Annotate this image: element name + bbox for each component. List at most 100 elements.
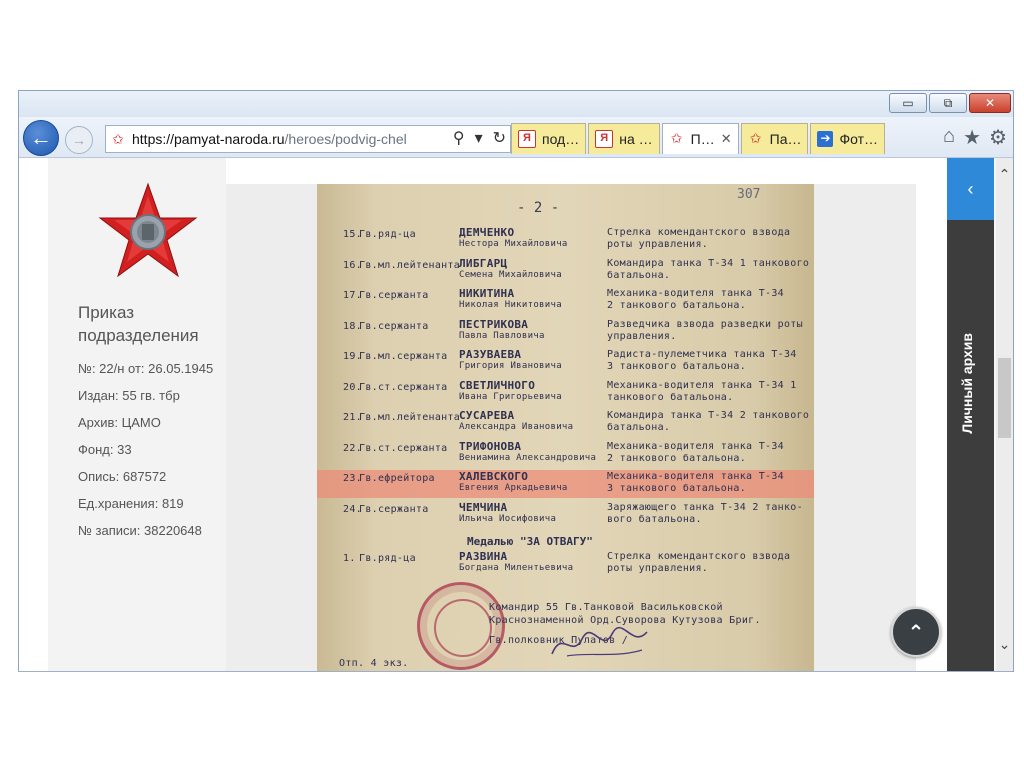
document-row: 20. Гв.ст.сержанта СВЕТЛИЧНОГО Ивана Григор… <box>317 379 814 407</box>
official-seal-stamp <box>417 582 505 670</box>
row-patronymic: Ильича Иосифовича <box>459 514 557 524</box>
star-icon: ✩ <box>670 130 683 146</box>
window-controls: ▭ ⧉ ✕ <box>889 93 1011 113</box>
row-name: ЛИБГАРЦ <box>459 257 508 270</box>
document-row: 18. Гв.сержанта ПЕСТРИКОВА Павла Павловича Р… <box>317 318 814 346</box>
title-bar: ▭ ⧉ ✕ <box>19 91 1013 117</box>
row-rank: Гв.ефрейтора <box>359 473 435 484</box>
address-tools: ⚲ ▾ ↻ <box>453 128 506 148</box>
handwritten-signature-icon <box>551 626 648 657</box>
scroll-to-top-button[interactable]: ⌃ <box>891 607 941 657</box>
home-icon[interactable]: ⌂ <box>943 125 955 150</box>
row-role: Командира танка Т-34 2 танкового <box>607 410 810 421</box>
row-rank: Гв.мл.лейтенанта <box>359 412 461 423</box>
document-row: 16. Гв.мл.лейтенанта ЛИБГАРЦ Семена Михайло… <box>317 257 814 285</box>
address-bar[interactable]: ✩ https://pamyat-naroda.ru/heroes/podvig… <box>105 125 511 153</box>
row-name: ХАЛЕВСКОГО <box>459 470 529 483</box>
row-rank: Гв.ст.сержанта <box>359 443 448 454</box>
minimize-button[interactable]: ▭ <box>889 93 927 113</box>
document-row: 22. Гв.ст.сержанта ТРИФОНОВА Вениамина Алек… <box>317 440 814 468</box>
site-star-icon: ✩ <box>112 131 124 147</box>
row-role: Радиста-пулеметчика танка Т-34 <box>607 349 797 360</box>
document-row: 15. Гв.ряд-ца ДЕМЧЕНКО Нестора Михайловича С… <box>317 226 814 254</box>
star-icon: ✩ <box>749 130 762 146</box>
page-marker: - 2 - <box>517 200 560 216</box>
row-rank: Гв.сержанта <box>359 321 429 332</box>
row-rank: Гв.сержанта <box>359 504 429 515</box>
scroll-up-icon[interactable]: ⌃ <box>996 166 1013 183</box>
row-patronymic: Ивана Григорьевича <box>459 392 562 402</box>
row-role: Заряжающего танка Т-34 2 танко- <box>607 502 803 513</box>
personal-archive-label[interactable]: Личный архив <box>959 333 975 434</box>
tab-3-active[interactable]: ✩ П… ✕ <box>661 123 739 154</box>
row-role2: роты управления. <box>607 239 709 250</box>
sidebar-toggle-chevron-icon[interactable]: ‹ <box>947 158 994 220</box>
document-row: 24. Гв.сержанта ЧЕМЧИНА Ильича Иосифовича За… <box>317 501 814 529</box>
red-star-order-icon <box>98 182 198 278</box>
row-name: НИКИТИНА <box>459 287 515 300</box>
personal-archive-tab[interactable]: ‹ Личный архив <box>947 158 994 671</box>
page-content: Приказ подразделения №: 22/н от: 26.05.1… <box>19 158 1013 671</box>
document-row: 1. Гв.ряд-ца РАЗВИНА Богдана Милентьевич… <box>343 550 791 574</box>
row-patronymic: Нестора Михайловича <box>459 239 568 249</box>
page-scrollbar[interactable]: ⌃ ⌄ <box>996 158 1013 671</box>
row-patronymic: Александра Ивановича <box>459 422 574 432</box>
scanned-document[interactable]: - 2 - 307 15. Гв.ряд-ца ДЕМЧЕНКО Нестора Ми… <box>317 184 814 671</box>
scroll-down-icon[interactable]: ⌄ <box>996 636 1013 653</box>
tab-5[interactable]: ➔ Фот… <box>810 123 886 154</box>
restore-button[interactable]: ⧉ <box>929 93 967 113</box>
row-name: ДЕМЧЕНКО <box>459 226 515 239</box>
tab-2[interactable]: Яна … <box>588 123 660 154</box>
url-text[interactable]: https://pamyat-naroda.ru/heroes/podvig-c… <box>132 131 432 147</box>
back-button[interactable]: ← <box>23 120 59 156</box>
order-issuer: Издан: 55 гв. тбр <box>78 388 180 403</box>
row-patronymic: Николая Никитовича <box>459 300 562 310</box>
sheet-number: 307 <box>737 187 761 202</box>
row-patronymic: Семена Михайловича <box>459 270 562 280</box>
forward-arrow-icon: → <box>72 132 86 148</box>
close-window-button[interactable]: ✕ <box>969 93 1011 113</box>
document-row-highlighted: 23. Гв.ефрейтора ХАЛЕВСКОГО Евгения Аркадье… <box>317 470 814 498</box>
scrollbar-thumb[interactable] <box>998 358 1011 438</box>
document-row: 17. Гв.сержанта НИКИТИНА Николая Никитовича… <box>317 287 814 315</box>
order-fond: Фонд: 33 <box>78 442 132 457</box>
tab-1[interactable]: Япод… <box>511 123 587 154</box>
close-tab-icon[interactable]: ✕ <box>721 131 732 147</box>
copies-note: Отп. 4 экз. <box>339 658 409 669</box>
order-record-number: № записи: 38220648 <box>78 523 202 538</box>
browser-window: ▭ ⧉ ✕ ← → ✩ https://pamyat-naroda.ru/her… <box>18 90 1014 672</box>
row-role: Механика-водителя танка Т-34 <box>607 471 784 482</box>
personal-archive-sidebar: ‹ Личный архив ⌃ ⌄ <box>947 158 1013 671</box>
row-role2: 2 танкового батальона. <box>607 300 747 311</box>
navigation-bar: ← → ✩ https://pamyat-naroda.ru/heroes/po… <box>19 117 1013 158</box>
row-name: РАЗУВАЕВА <box>459 348 522 361</box>
document-viewer[interactable]: - 2 - 307 15. Гв.ряд-ца ДЕМЧЕНКО Нестора Ми… <box>226 184 916 671</box>
row-name: ПЕСТРИКОВА <box>459 318 529 331</box>
order-storage-unit: Ед.хранения: 819 <box>78 496 184 511</box>
row-role: Механика-водителя танка Т-34 <box>607 441 784 452</box>
row-patronymic: Вениамина Александровича <box>459 453 597 463</box>
row-role2: 2 танкового батальона. <box>607 453 747 464</box>
forward-button[interactable]: → <box>65 126 93 154</box>
favorites-star-icon[interactable]: ★ <box>963 125 981 150</box>
order-archive: Архив: ЦАМО <box>78 415 161 430</box>
row-role2: батальона. <box>607 422 671 433</box>
row-name: ЧЕМЧИНА <box>459 501 508 514</box>
row-rank: Гв.ряд-ца <box>359 229 416 240</box>
row-role2: батальона. <box>607 270 671 281</box>
row-role: Разведчика взвода разведки роты <box>607 319 803 330</box>
row-rank: Гв.сержанта <box>359 290 429 301</box>
row-rank: Гв.ст.сержанта <box>359 382 448 393</box>
search-icon[interactable]: ⚲ <box>453 128 465 148</box>
row-patronymic: Павла Павловича <box>459 331 545 341</box>
order-number: №: 22/н от: 26.05.1945 <box>78 361 214 376</box>
order-details: №: 22/н от: 26.05.1945 Издан: 55 гв. тбр… <box>78 361 213 550</box>
order-title: Приказ подразделения <box>78 303 199 345</box>
slide-divider <box>18 671 1012 672</box>
refresh-icon[interactable]: ↻ <box>493 128 506 148</box>
signature-line-1: Командир 55 Гв.Танковой Васильковской <box>489 602 723 613</box>
settings-gear-icon[interactable]: ⚙ <box>989 125 1007 150</box>
dropdown-icon[interactable]: ▾ <box>475 128 483 148</box>
row-rank: Гв.мл.сержанта <box>359 351 448 362</box>
tab-4[interactable]: ✩ Па… <box>740 123 809 154</box>
